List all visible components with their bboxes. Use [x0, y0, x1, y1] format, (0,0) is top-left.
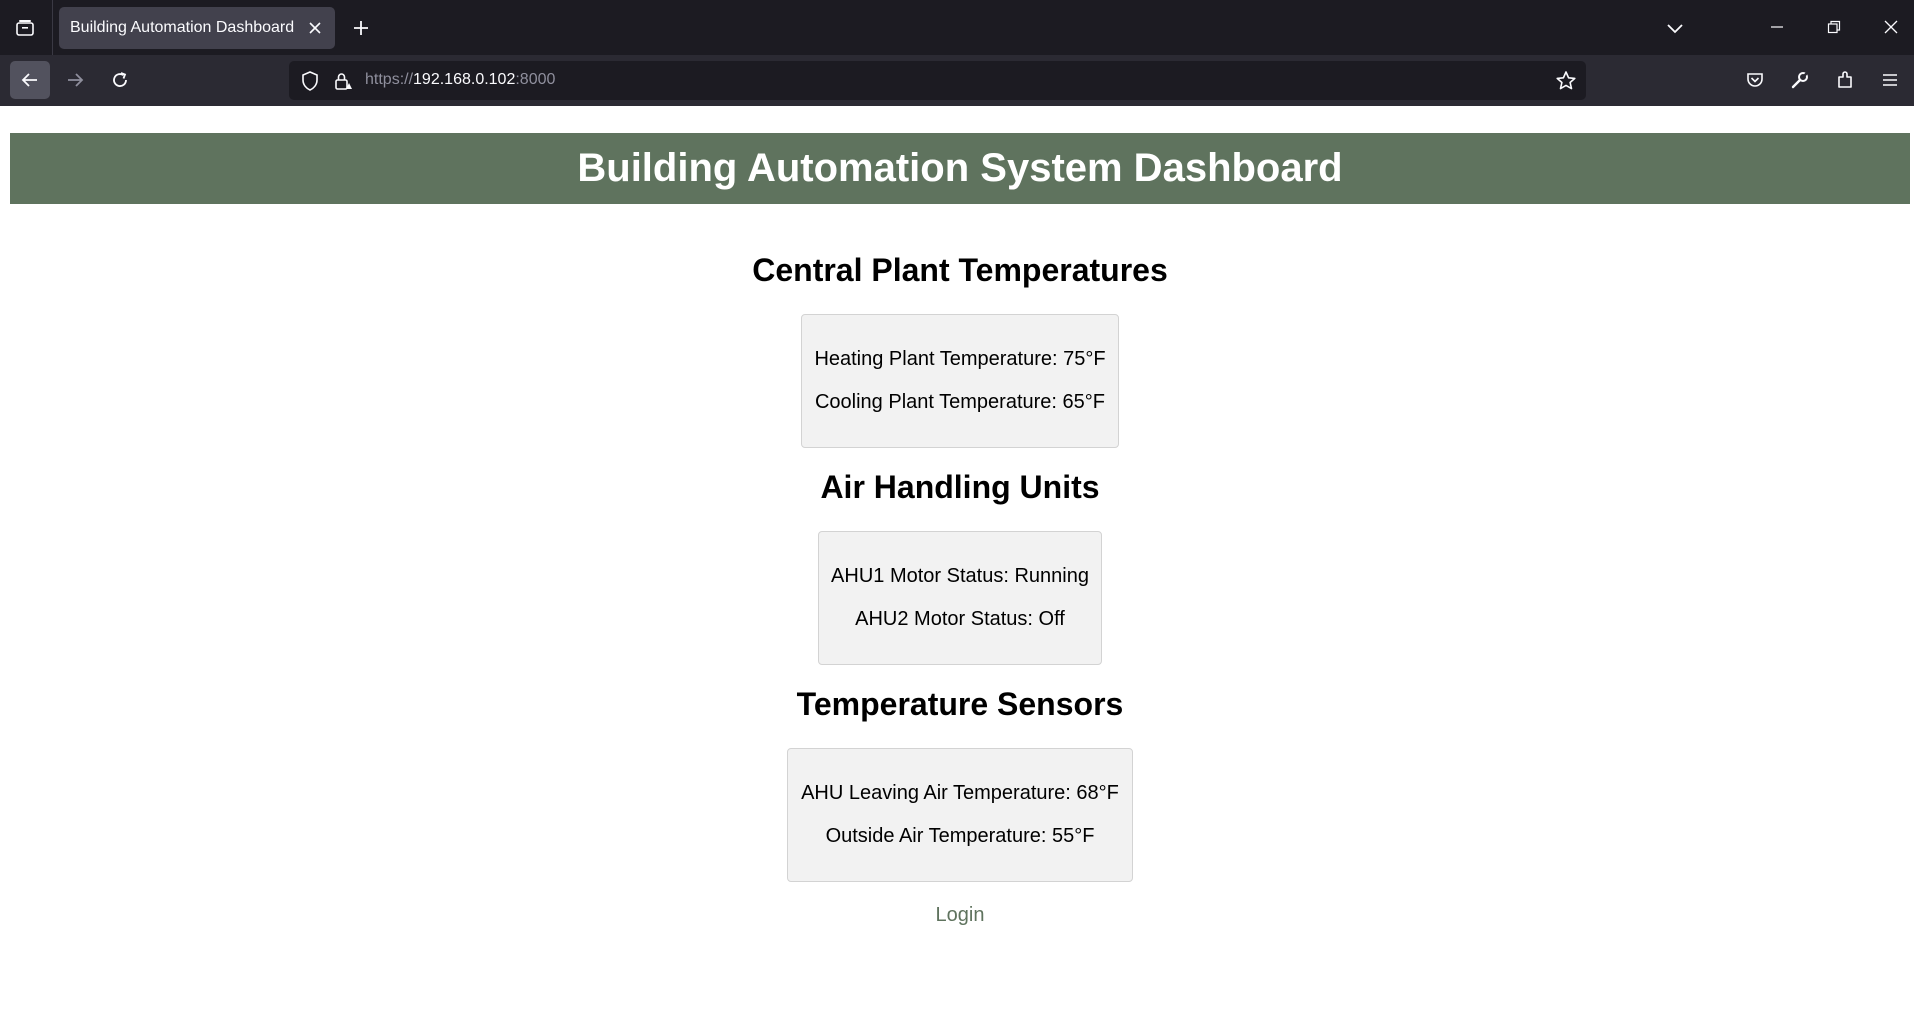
tab-bar: Building Automation Dashboard — [0, 0, 1914, 55]
section-title-temperature-sensors: Temperature Sensors — [796, 686, 1124, 722]
close-icon[interactable] — [305, 18, 325, 38]
lock-warning-icon[interactable] — [332, 70, 354, 92]
back-button[interactable] — [10, 61, 50, 99]
close-window-icon[interactable] — [1876, 12, 1906, 42]
navigation-toolbar: https://192.168.0.102:8000 — [0, 55, 1914, 106]
minimize-icon[interactable] — [1762, 12, 1792, 42]
wrench-icon[interactable] — [1785, 65, 1815, 95]
url-port: :8000 — [515, 71, 556, 88]
heating-plant-temperature: Heating Plant Temperature: 75°F — [814, 348, 1106, 370]
tab-title: Building Automation Dashboard — [70, 19, 295, 36]
new-tab-icon[interactable] — [348, 15, 374, 41]
hamburger-menu-icon[interactable] — [1875, 65, 1905, 95]
cooling-plant-temperature: Cooling Plant Temperature: 65°F — [814, 391, 1105, 413]
tab-active[interactable]: Building Automation Dashboard — [59, 7, 335, 49]
arrow-left-icon — [21, 73, 37, 87]
restore-icon[interactable] — [1819, 12, 1849, 42]
page-title: Building Automation System Dashboard — [577, 146, 1343, 190]
ahu1-motor-status: AHU1 Motor Status: Running — [831, 565, 1089, 587]
shield-icon[interactable] — [299, 70, 321, 92]
section-title-central-plant: Central Plant Temperatures — [752, 252, 1168, 288]
extensions-icon[interactable] — [1830, 65, 1860, 95]
url-scheme: https:// — [365, 71, 414, 88]
bookmark-star-icon[interactable] — [1554, 69, 1578, 93]
chevron-down-icon[interactable] — [1661, 14, 1689, 42]
page-header: Building Automation System Dashboard — [10, 133, 1910, 204]
forward-button[interactable] — [55, 61, 95, 99]
address-bar[interactable]: https://192.168.0.102:8000 — [289, 61, 1586, 100]
login-link[interactable]: Login — [0, 904, 1914, 927]
ahu-leaving-air-temperature: AHU Leaving Air Temperature: 68°F — [801, 782, 1119, 804]
firefox-view-icon[interactable] — [12, 16, 38, 40]
url-host: 192.168.0.102 — [413, 71, 516, 88]
url-text[interactable]: https://192.168.0.102:8000 — [365, 71, 555, 89]
temperature-sensors-card: AHU Leaving Air Temperature: 68°F Outsid… — [787, 748, 1133, 882]
outside-air-temperature: Outside Air Temperature: 55°F — [825, 825, 1095, 847]
reload-button[interactable] — [100, 61, 140, 99]
page-viewport: Building Automation System Dashboard Cen… — [0, 106, 1914, 1015]
ahu2-motor-status: AHU2 Motor Status: Off — [855, 608, 1065, 630]
central-plant-card: Heating Plant Temperature: 75°F Cooling … — [801, 314, 1119, 448]
air-handling-units-card: AHU1 Motor Status: Running AHU2 Motor St… — [818, 531, 1102, 665]
tab-separator — [52, 0, 53, 55]
pocket-icon[interactable] — [1740, 65, 1770, 95]
section-title-air-handling-units: Air Handling Units — [820, 469, 1100, 505]
arrow-right-icon — [68, 73, 84, 87]
reload-icon — [113, 72, 127, 87]
